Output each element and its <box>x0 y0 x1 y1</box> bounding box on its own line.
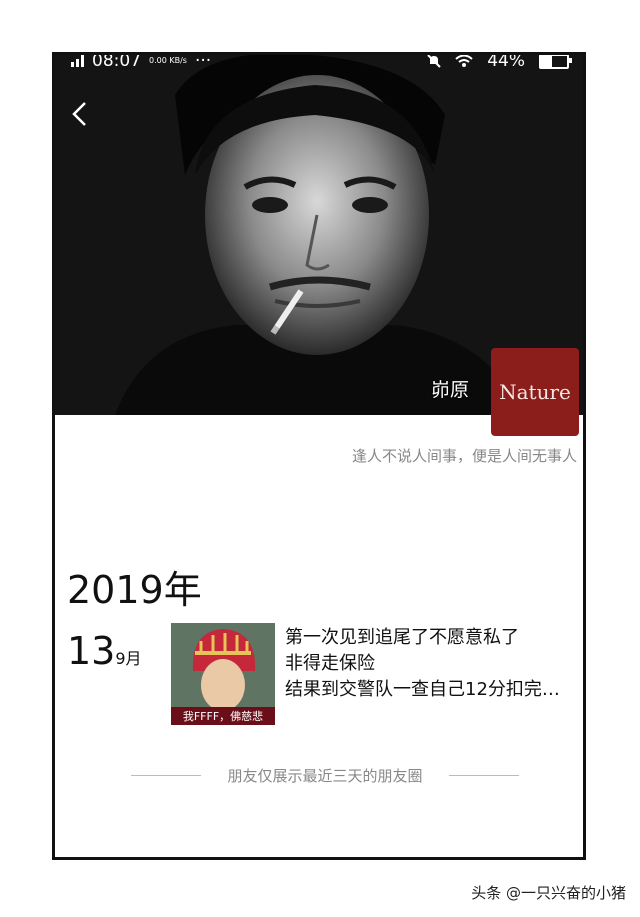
battery-percent: 44% <box>487 55 525 71</box>
meme-image: 我FFFF，佛慈悲 <box>171 623 275 725</box>
mute-icon <box>427 55 441 68</box>
post-line-3: 结果到交警队一查自己12分扣完… <box>285 679 560 700</box>
back-arrow-icon[interactable] <box>67 99 93 129</box>
post-thumbnail[interactable]: 我FFFF，佛慈悲 <box>171 623 275 725</box>
post-line-1: 第一次见到追尾了不愿意私了 <box>285 627 519 648</box>
meme-caption: 我FFFF，佛慈悲 <box>183 709 263 723</box>
timeline-year: 2019年 <box>67 568 202 612</box>
clock: 08:07 <box>92 55 141 71</box>
post-month: 9月 <box>115 649 142 668</box>
wifi-icon <box>455 55 473 67</box>
post-date: 139月 <box>67 629 142 673</box>
more-icon: ··· <box>194 55 212 71</box>
signal-icon <box>71 55 84 67</box>
watermark: 头条 @一只兴奋的小猪 <box>471 884 626 902</box>
user-nickname: 峁原 <box>431 379 470 401</box>
status-bar: 08:07 0.00 KB/s ··· 44% <box>55 55 583 75</box>
visibility-limit-note: 朋友仅展示最近三天的朋友圈 <box>131 765 519 786</box>
battery-icon <box>539 55 572 69</box>
avatar[interactable]: Nature <box>491 348 579 436</box>
network-speed: 0.00 KB/s <box>149 56 187 65</box>
post-day: 13 <box>67 629 116 673</box>
phone-screen: 08:07 0.00 KB/s ··· 44% 峁原 Nature 逢人不说人间… <box>52 52 586 860</box>
personal-signature: 逢人不说人间事，便是人间无事人 <box>351 447 577 465</box>
post-text[interactable]: 第一次见到追尾了不愿意私了 非得走保险 结果到交警队一查自己12分扣完… <box>285 625 581 703</box>
post-line-2: 非得走保险 <box>285 653 375 674</box>
